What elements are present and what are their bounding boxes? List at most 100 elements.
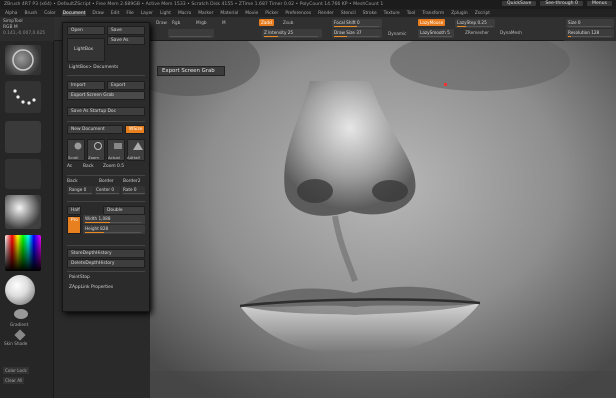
import-button[interactable]: Import (67, 81, 105, 90)
save-as-button[interactable]: Save As (107, 36, 145, 45)
stroke-dots-icon (13, 89, 36, 105)
divider (67, 75, 145, 76)
save-button[interactable]: Save (107, 26, 145, 35)
height-slider[interactable]: Height 828 (83, 225, 145, 234)
switch-color-icon[interactable] (14, 329, 26, 341)
lightbox-button[interactable]: LightBox (67, 38, 105, 62)
new-document-button[interactable]: New Document (67, 125, 123, 134)
back-button[interactable]: Back (67, 179, 78, 184)
save-startup-doc-button[interactable]: Save As Startup Doc (67, 107, 145, 116)
lazy-smooth-slider[interactable]: LazySmooth 5 (418, 29, 454, 38)
icon-label-3: AAHalf (127, 155, 140, 160)
color-lock-button[interactable]: Color Lock (3, 367, 29, 374)
rgb-toggle[interactable]: Rgb (172, 20, 180, 25)
zadd-button[interactable]: Zadd (259, 19, 274, 26)
menu-render[interactable]: Render (317, 11, 335, 16)
lazy-step-slider[interactable]: LazyStep 0.25 (455, 19, 495, 28)
export-button[interactable]: Export (107, 81, 145, 90)
paintstop-link[interactable]: PaintStop (69, 275, 90, 280)
zremesher-button[interactable]: ZRemesher (465, 30, 489, 35)
zapplink-link[interactable]: ZAppLink Properties (69, 285, 113, 290)
half-button[interactable]: Half (67, 206, 81, 215)
menu-stencil[interactable]: Stencil (340, 11, 357, 16)
m-toggle[interactable]: M (222, 20, 226, 25)
alpha-thumbnail[interactable] (5, 121, 41, 153)
menu-texture[interactable]: Texture (383, 11, 401, 16)
lazymouse-button[interactable]: LazyMouse (418, 19, 446, 26)
clear-all-button[interactable]: Clear All (3, 377, 25, 384)
store-depth-history-button[interactable]: StoreDepthHistory (67, 249, 145, 258)
height-label: Height 828 (85, 226, 109, 231)
menu-light[interactable]: Light (159, 11, 172, 16)
menu-macro[interactable]: Macro (177, 11, 192, 16)
menu-movie[interactable]: Movie (244, 11, 259, 16)
border2-button[interactable]: Border2 (123, 179, 141, 184)
center-slider[interactable]: Center 0 (94, 186, 120, 195)
back-label[interactable]: Back (83, 164, 94, 169)
divider (67, 271, 145, 272)
dynamic-toggle[interactable]: Dynamic (388, 31, 406, 36)
open-button[interactable]: Open (67, 26, 105, 35)
menu-tool[interactable]: Tool (406, 11, 417, 16)
zsub-button[interactable]: Zsub (283, 20, 293, 25)
z-intensity-slider[interactable]: Z Intensity 25 (262, 29, 322, 38)
range-slider[interactable]: Range 0 (67, 186, 93, 195)
export-screen-grab-button[interactable]: Export Screen Grab (67, 91, 145, 100)
dynamesh-button[interactable]: DynaMesh (500, 30, 522, 35)
icon-label-0: Scroll (68, 155, 79, 160)
scroll-icon (74, 142, 82, 150)
material-thumbnail[interactable] (5, 195, 41, 229)
menu-stroke[interactable]: Stroke (362, 11, 378, 16)
menu-edit[interactable]: Edit (110, 11, 121, 16)
menu-picker[interactable]: Picker (264, 11, 279, 16)
menu-alpha[interactable]: Alpha (4, 11, 18, 16)
secondary-color-swatch[interactable] (14, 309, 28, 319)
menu-color[interactable]: Color (43, 11, 56, 16)
color-picker[interactable] (5, 235, 41, 271)
title-text: ZBrush 4R7 P3 (x64) • DefaultZScript • F… (4, 2, 384, 7)
menu-transform[interactable]: Transform (421, 11, 445, 16)
menu-document[interactable]: Document (61, 10, 87, 16)
delete-depth-history-button[interactable]: DeleteDepthHistory (67, 259, 145, 268)
lightbox-documents-link[interactable]: LightBox> Documents (69, 65, 118, 70)
menu-layer[interactable]: Layer (140, 11, 154, 16)
menu-material[interactable]: Material (219, 11, 239, 16)
menu-file[interactable]: File (125, 11, 134, 16)
rgb-intensity-slider[interactable] (168, 29, 214, 38)
wsize-button[interactable]: WSize (125, 125, 145, 134)
double-button[interactable]: Double (103, 206, 145, 215)
width-slider[interactable]: Width 1,088 (83, 215, 145, 224)
canvas-viewport[interactable] (150, 41, 616, 398)
zoom-icon (94, 142, 102, 150)
resolution-label: Resolution 128 (568, 30, 600, 35)
left-top-area: SimpTool RGB M 0.141,-0.007,0.625 (0, 17, 54, 41)
menu-preferences[interactable]: Preferences (284, 11, 312, 16)
resolution-slider[interactable]: Resolution 128 (566, 29, 614, 38)
menus-button[interactable]: Menus (586, 1, 612, 6)
size-slider[interactable]: Size 0 (566, 19, 614, 28)
focal-shift-slider[interactable]: Focal Shift 0 (332, 19, 382, 28)
menu-zplugin[interactable]: Zplugin (450, 11, 469, 16)
divider (67, 201, 145, 202)
draw-toggle[interactable]: Draw (156, 20, 167, 25)
menu-draw[interactable]: Draw (91, 11, 104, 16)
right-dock: Size 0 Resolution 128 (564, 17, 616, 41)
quicksave-button[interactable]: QuickSave (502, 1, 537, 6)
texture-thumbnail[interactable] (5, 159, 41, 189)
brush-thumbnail[interactable] (5, 45, 41, 75)
stroke-thumbnail[interactable] (5, 81, 41, 113)
rate-label: Rate 0 (123, 187, 137, 192)
menu-marker[interactable]: Marker (197, 11, 214, 16)
see-through-slider[interactable]: See-through 0 (540, 1, 583, 6)
border-button[interactable]: Border (99, 179, 114, 184)
rate-slider[interactable]: Rate 0 (121, 186, 145, 195)
mrgb-toggle[interactable]: Mrgb (196, 20, 207, 25)
coordinates-readout: 0.141,-0.007,0.625 (3, 31, 46, 36)
menu-zscript[interactable]: Zscript (474, 11, 491, 16)
menu-brush[interactable]: Brush (23, 11, 38, 16)
document-menu-panel: Open Save Save As LightBox LightBox> Doc… (62, 22, 150, 312)
draw-size-slider[interactable]: Draw Size 37 (332, 29, 382, 38)
main-color-swatch[interactable] (5, 275, 35, 305)
pro-button[interactable]: Pro (67, 216, 81, 234)
zoom-value: Zoom 0.5 (103, 164, 125, 169)
